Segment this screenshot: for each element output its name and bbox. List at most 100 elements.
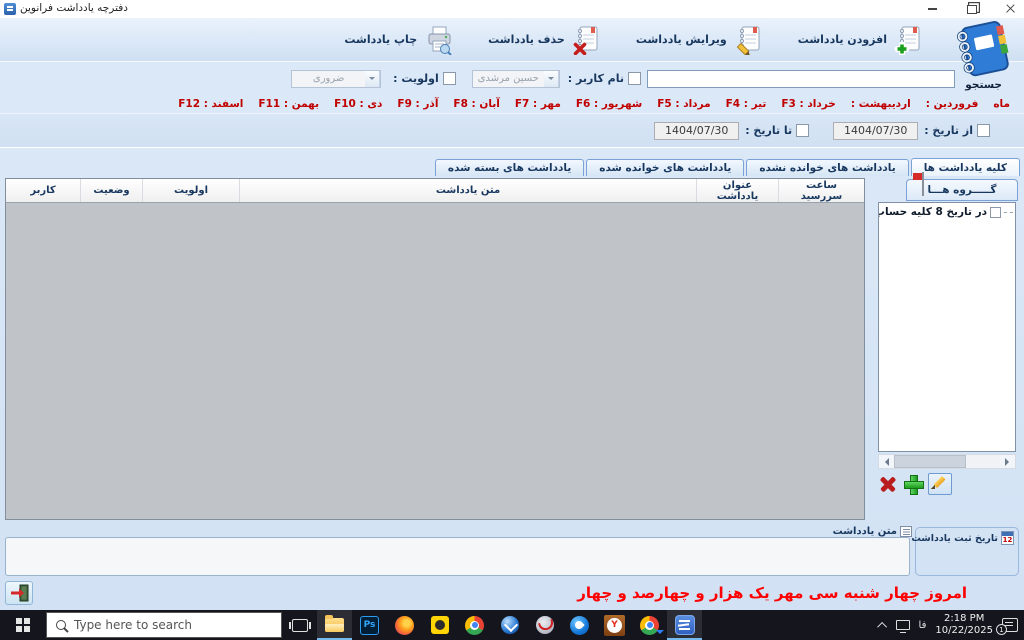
username-combobox[interactable]: حسین مرشدی (472, 70, 560, 88)
register-date-label: تاریخ ثبت یادداشت (911, 533, 998, 544)
month-label: ماه (993, 98, 1010, 110)
flag-icon (913, 172, 927, 198)
column-user[interactable]: کاربر (6, 179, 80, 202)
chevron-down-icon[interactable] (544, 71, 559, 87)
memo-label: متن یادداشت (833, 526, 897, 537)
add-group-button[interactable] (903, 474, 923, 494)
from-date-field[interactable]: 1404/07/30 (833, 122, 918, 140)
notes-tabstrip: کلیه یادداشت ها یادداشت های خوانده نشده … (0, 158, 1020, 176)
firefox-icon (395, 616, 414, 635)
start-button[interactable] (0, 610, 46, 640)
column-priority[interactable]: اولویت (142, 179, 239, 202)
taskbar-search[interactable]: Type here to search (46, 612, 282, 638)
chevron-down-icon[interactable] (365, 71, 380, 87)
month-shahrivar[interactable]: شهریور : F6 (576, 98, 642, 110)
print-note-button[interactable]: چاپ یادداشت (344, 25, 454, 55)
column-note-title[interactable]: عنوان یادداشت (696, 179, 778, 202)
tab-all-notes[interactable]: کلیه یادداشت ها (911, 158, 1020, 176)
notebook-logo-icon (952, 20, 1014, 80)
dialer-app-button[interactable] (527, 610, 562, 640)
edit-note-button[interactable]: ویرایش یادداشت (636, 25, 764, 55)
edit-group-button[interactable] (928, 473, 952, 495)
memo-textarea[interactable] (5, 537, 910, 576)
groups-tree[interactable]: در تاریخ 8 کلیه حساب ها تصو (878, 202, 1016, 452)
delete-note-label: حذف یادداشت (488, 33, 565, 46)
priority-label: اولویت : (393, 72, 439, 85)
tab-read-notes[interactable]: یادداشت های خوانده شده (586, 159, 744, 176)
month-farvardin[interactable]: فروردین : (926, 98, 979, 110)
taskbar-search-placeholder: Type here to search (74, 618, 192, 632)
folder-icon (325, 618, 344, 632)
media-player-button[interactable] (422, 610, 457, 640)
month-aban[interactable]: آبان : F8 (453, 98, 499, 110)
desktop: دفترچه یادداشت فرانوین افزودن یادداشت (0, 0, 1024, 640)
chrome-downloader-button[interactable] (632, 610, 667, 640)
month-azar[interactable]: آذر : F9 (397, 98, 438, 110)
to-date-field[interactable]: 1404/07/30 (654, 122, 739, 140)
tree-item[interactable]: در تاریخ 8 کلیه حساب ها تصو (879, 203, 1015, 218)
month-mordad[interactable]: مرداد : F5 (657, 98, 710, 110)
priority-combobox[interactable]: ضروری (291, 70, 381, 88)
groups-panel-tab[interactable]: گـــــروه هـــا (906, 179, 1018, 201)
username-checkbox[interactable] (628, 72, 641, 85)
notes-table: ساعت سررسید عنوان یادداشت متن یادداشت او… (5, 178, 865, 520)
maximize-button[interactable] (956, 0, 988, 18)
add-note-button[interactable]: افزودن یادداشت (798, 25, 924, 55)
scroll-right-arrow-icon[interactable] (1000, 455, 1015, 468)
notification-badge: 1 (996, 624, 1007, 635)
notes-table-body[interactable] (6, 203, 864, 520)
to-date-checkbox[interactable] (796, 124, 809, 137)
delete-group-button[interactable] (878, 474, 898, 494)
download-manager-icon (501, 616, 519, 634)
file-explorer-button[interactable] (317, 610, 352, 640)
exit-button[interactable] (5, 581, 33, 605)
print-note-label: چاپ یادداشت (344, 33, 417, 46)
tree-line (1004, 212, 1013, 213)
system-tray: فا 2:18 PM 10/22/2025 1 (880, 610, 1024, 640)
month-mehr[interactable]: مهر : F7 (515, 98, 561, 110)
groups-horizontal-scrollbar[interactable] (878, 454, 1016, 469)
thunderbird-button[interactable] (562, 610, 597, 640)
taskbar: Type here to search Ps Y فا 2:18 PM 10/2… (0, 610, 1024, 640)
minimize-button[interactable] (916, 0, 948, 18)
register-date-groupbox: 12 تاریخ ثبت یادداشت (915, 527, 1019, 576)
tab-closed-notes[interactable]: یادداشت های بسته شده (435, 159, 584, 176)
from-date-checkbox[interactable] (977, 124, 990, 137)
notification-center-icon[interactable]: 1 (1002, 618, 1018, 632)
taskbar-clock[interactable]: 2:18 PM 10/22/2025 (935, 613, 993, 638)
month-esfand[interactable]: اسفند : F12 (178, 98, 243, 110)
dates-row: از تاریخ : 1404/07/30 تا تاریخ : 1404/07… (0, 113, 1024, 148)
close-button[interactable] (994, 0, 1024, 18)
month-ordibehesht[interactable]: اردیبهشت : (851, 98, 911, 110)
column-status[interactable]: وضعیت (80, 179, 142, 202)
month-dey[interactable]: دی : F10 (334, 98, 382, 110)
column-note-text[interactable]: متن یادداشت (239, 179, 696, 202)
calendar-icon: 12 (1001, 531, 1014, 545)
tab-unread-notes[interactable]: یادداشت های خوانده نشده (746, 159, 908, 176)
firefox-button[interactable] (387, 610, 422, 640)
month-khordad[interactable]: خرداد : F3 (781, 98, 835, 110)
delete-note-button[interactable]: حذف یادداشت (488, 25, 602, 55)
month-tir[interactable]: تیر : F4 (726, 98, 767, 110)
yandex-browser-button[interactable]: Y (597, 610, 632, 640)
tray-chevron-up-icon[interactable] (877, 621, 887, 631)
scroll-left-arrow-icon[interactable] (879, 455, 894, 468)
language-indicator[interactable]: فا (919, 620, 927, 631)
tree-item-checkbox[interactable] (990, 207, 1001, 218)
username-label: نام کاربر : (568, 72, 624, 85)
yandex-icon: Y (604, 615, 625, 636)
from-date-label: از تاریخ : (924, 124, 973, 137)
month-bahman[interactable]: بهمن : F11 (258, 98, 319, 110)
search-input[interactable] (647, 70, 955, 88)
download-manager-button[interactable] (492, 610, 527, 640)
network-icon[interactable] (896, 620, 910, 630)
media-player-icon (431, 616, 449, 634)
scrollbar-thumb[interactable] (894, 455, 966, 468)
notebook-app-button[interactable] (667, 610, 702, 640)
photoshop-button[interactable]: Ps (352, 610, 387, 640)
column-due-time[interactable]: ساعت سررسید (778, 179, 864, 202)
priority-checkbox[interactable] (443, 72, 456, 85)
chrome-button[interactable] (457, 610, 492, 640)
exit-door-icon (9, 584, 29, 602)
task-view-button[interactable] (282, 610, 317, 640)
